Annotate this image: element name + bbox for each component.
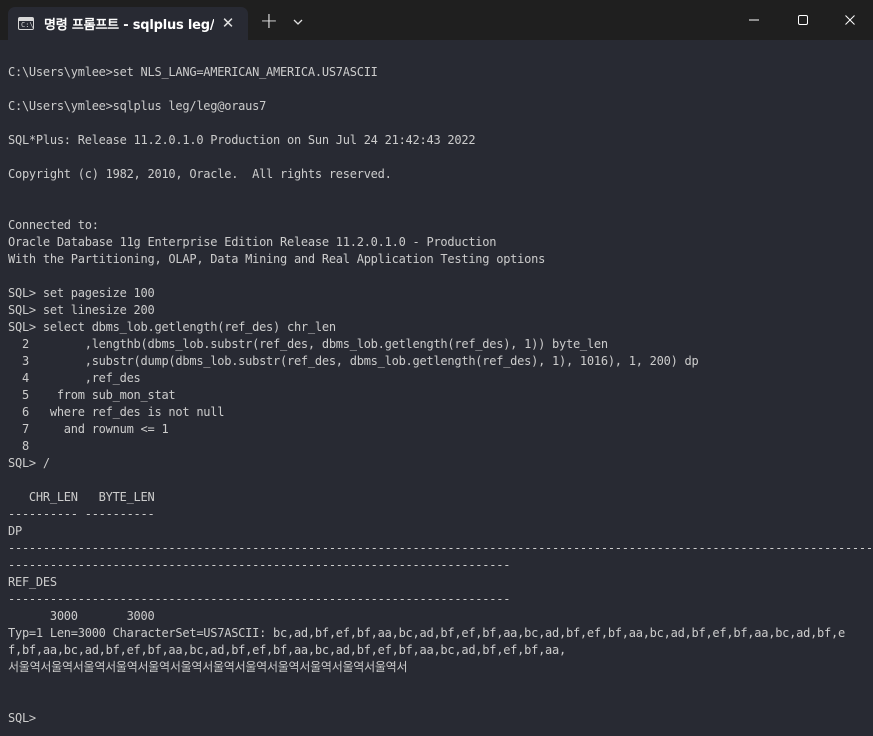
maximize-icon[interactable] — [780, 0, 826, 40]
terminal-line: 8 — [8, 439, 29, 453]
terminal-icon: C:\ — [18, 17, 34, 30]
plus-icon[interactable]: + — [258, 11, 280, 34]
tab-command-prompt[interactable]: C:\ 명령 프롬프트 - sqlplus leg/l ✕ — [8, 7, 248, 40]
terminal-line: 6 where ref_des is not null — [8, 405, 225, 419]
minimize-icon[interactable] — [731, 0, 777, 40]
terminal-line: 7 and rownum <= 1 — [8, 422, 169, 436]
terminal-line: DP — [8, 524, 22, 538]
terminal-line: SQL*Plus: Release 11.2.0.1.0 Production … — [8, 133, 476, 147]
terminal-line: Oracle Database 11g Enterprise Edition R… — [8, 235, 497, 249]
terminal-line: 4 ,ref_des — [8, 371, 141, 385]
terminal-line: f,bf,aa,bc,ad,bf,ef,bf,aa,bc,ad,bf,ef,bf… — [8, 643, 566, 657]
tab-title: 명령 프롬프트 - sqlplus leg/l — [44, 18, 214, 33]
terminal-line: ----------------------------------------… — [8, 592, 511, 606]
terminal-line: C:\Users\ymlee>set NLS_LANG=AMERICAN_AME… — [8, 65, 378, 79]
terminal-line: 5 from sub_mon_stat — [8, 388, 176, 402]
terminal-icon-text: C:\ — [21, 21, 34, 29]
terminal-line: SQL> select dbms_lob.getlength(ref_des) … — [8, 320, 336, 334]
terminal-line: ----------------------------------------… — [8, 541, 873, 555]
terminal-line: C:\Users\ymlee>sqlplus leg/leg@oraus7 — [8, 99, 267, 113]
terminal-line: Connected to: — [8, 218, 99, 232]
terminal-line: 서울역서울역서울역서울역서울역서울역서울역서울역서울역서울역서울역서울역서 — [8, 660, 408, 674]
title-bar: C:\ 명령 프롬프트 - sqlplus leg/l ✕ + — [0, 0, 873, 40]
terminal-text: C:\Users\ymlee>set NLS_LANG=AMERICAN_AME… — [8, 64, 873, 727]
close-icon[interactable]: ✕ — [220, 15, 236, 31]
terminal-line: 3 ,substr(dump(dbms_lob.substr(ref_des, … — [8, 354, 699, 368]
terminal-line: SQL> set pagesize 100 — [8, 286, 155, 300]
terminal-line: 2 ,lengthb(dbms_lob.substr(ref_des, dbms… — [8, 337, 608, 351]
terminal-line: CHR_LEN BYTE_LEN — [8, 490, 155, 504]
terminal-line: REF_DES — [8, 575, 57, 589]
terminal-line: SQL> / — [8, 456, 50, 470]
terminal-line: SQL> set linesize 200 — [8, 303, 155, 317]
terminal-line: Copyright (c) 1982, 2010, Oracle. All ri… — [8, 167, 392, 181]
terminal-output-area[interactable]: C:\Users\ymlee>set NLS_LANG=AMERICAN_AME… — [0, 40, 873, 736]
terminal-line: SQL> — [8, 711, 36, 725]
terminal-line: With the Partitioning, OLAP, Data Mining… — [8, 252, 546, 266]
terminal-line: ---------- ---------- — [8, 507, 155, 521]
window-close-icon[interactable] — [827, 0, 873, 40]
chevron-down-icon[interactable] — [290, 14, 306, 30]
terminal-line: ----------------------------------------… — [8, 558, 511, 572]
terminal-line: Typ=1 Len=3000 CharacterSet=US7ASCII: bc… — [8, 626, 845, 640]
terminal-line: 3000 3000 — [8, 609, 155, 623]
